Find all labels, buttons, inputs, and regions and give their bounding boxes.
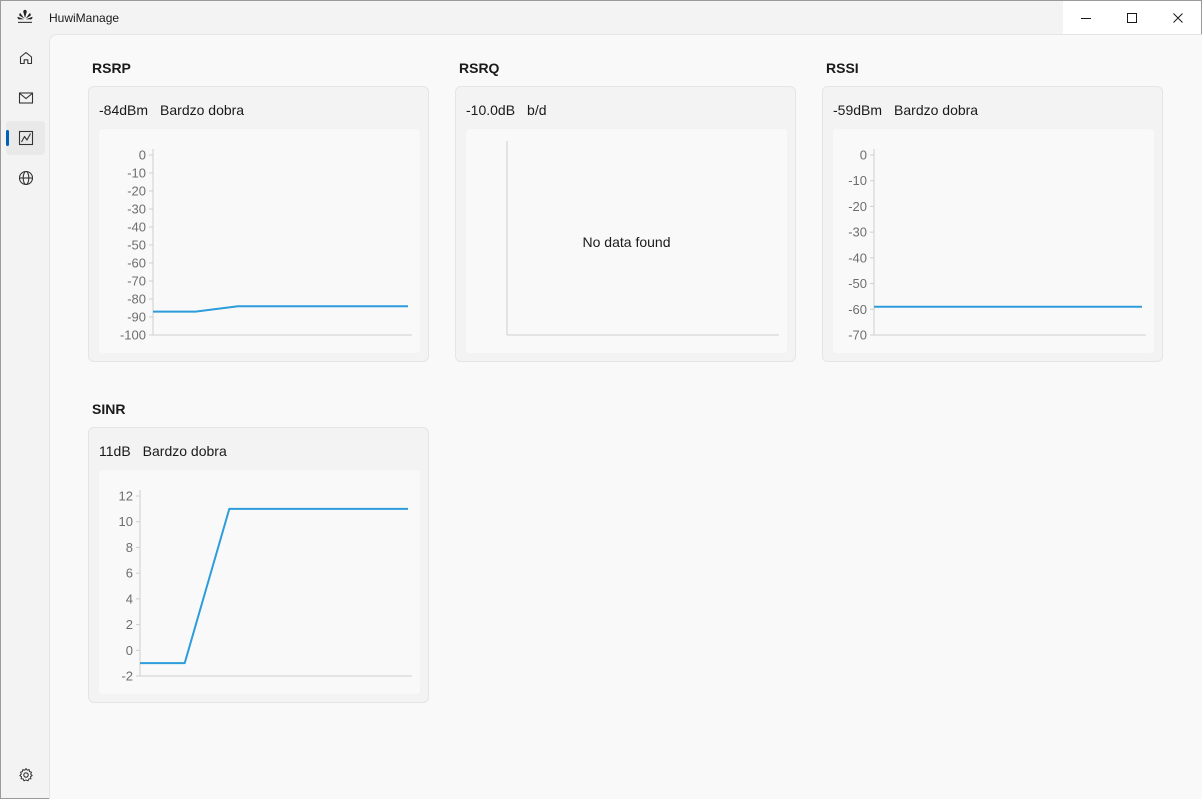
rsrq-quality: b/d	[527, 102, 547, 118]
sinr-tick-label: 12	[119, 489, 133, 504]
rsrp-series-line	[153, 305, 408, 313]
rsrp-tick-label: -50	[127, 238, 146, 253]
rssi-card: -59dBm Bardzo dobra 0 -10 -20 -30 -40 -50 -60 -7…	[822, 86, 1163, 362]
rssi-tick-label: -50	[848, 276, 867, 291]
huawei-logo-icon	[17, 9, 33, 23]
rsrp-tick-label: -90	[127, 310, 146, 325]
rsrp-tick-label: -100	[120, 328, 146, 343]
rsrp-tick-label: -40	[127, 220, 146, 235]
rssi-header: -59dBm Bardzo dobra	[833, 102, 978, 118]
rssi-tick-label: -40	[848, 250, 867, 265]
maximize-button[interactable]	[1109, 1, 1155, 34]
maximize-icon	[1127, 12, 1137, 23]
rsrp-header: -84dBm Bardzo dobra	[99, 102, 244, 118]
rsrp-chart-svg: 0 -10 -20 -30 -40 -50 -60 -70 -80 -90 -100	[120, 148, 412, 343]
rssi-tick-label: -10	[848, 173, 867, 188]
app-title: HuwiManage	[49, 11, 120, 25]
rsrq-title: RSRQ	[459, 60, 500, 76]
globe-icon	[18, 170, 33, 186]
close-icon	[1173, 12, 1183, 23]
sinr-value: 11dB	[99, 443, 131, 459]
rsrp-tick-label: -70	[127, 274, 146, 289]
sinr-quality: Bardzo dobra	[142, 443, 227, 459]
sinr-tick-label: 6	[126, 566, 133, 581]
rssi-tick-label: -70	[848, 328, 867, 343]
caption-buttons	[1063, 1, 1201, 34]
rsrp-value: -84dBm	[99, 102, 149, 118]
rsrp-title: RSRP	[92, 60, 131, 76]
rssi-tick-label: -60	[848, 302, 867, 317]
rssi-title: RSSI	[826, 60, 859, 76]
sinr-tick-label: 4	[126, 591, 133, 606]
rsrp-tick-label: -20	[127, 184, 146, 199]
rssi-tick-label: 0	[860, 148, 867, 163]
nav-messages[interactable]	[6, 81, 45, 115]
sinr-chart-svg: 12 10 8 6 4 2 0 -2	[119, 489, 412, 684]
rsrq-header: -10.0dB b/d	[466, 102, 547, 118]
home-icon	[19, 51, 32, 65]
sinr-header: 11dB Bardzo dobra	[99, 443, 227, 459]
minimize-icon	[1081, 17, 1091, 19]
rssi-quality: Bardzo dobra	[894, 102, 979, 118]
rssi-chart: 0 -10 -20 -30 -40 -50 -60 -70	[833, 129, 1154, 353]
rsrq-chart: No data found	[466, 129, 787, 353]
rssi-chart-svg: 0 -10 -20 -30 -40 -50 -60 -70	[848, 148, 1146, 343]
rsrp-tick-label: -10	[127, 166, 146, 181]
close-button[interactable]	[1155, 1, 1201, 34]
rsrp-tick-label: -80	[127, 292, 146, 307]
rsrq-card: -10.0dB b/d No data found	[455, 86, 796, 362]
nav-network[interactable]	[6, 161, 45, 195]
rsrp-tick-label: 0	[139, 148, 146, 163]
rsrq-no-data-message: No data found	[582, 234, 671, 250]
title-bar[interactable]: HuwiManage	[1, 1, 1201, 34]
sinr-title: SINR	[92, 401, 126, 417]
sinr-tick-label: -2	[121, 669, 133, 684]
main-content: RSRP -84dBm Bardzo dobra 0 -10 -20 -30 -40 -50…	[49, 34, 1202, 799]
sinr-tick-label: 2	[126, 617, 133, 632]
rssi-value: -59dBm	[833, 102, 883, 118]
rssi-tick-label: -20	[848, 199, 867, 214]
rsrq-value: -10.0dB	[466, 102, 516, 118]
app-window: HuwiManage RSRP -84dBm Bardzo dobra 0 -1…	[0, 0, 1202, 799]
rsrp-card: -84dBm Bardzo dobra 0 -10 -20 -30 -40 -50 -60 -7…	[88, 86, 429, 362]
rsrp-chart: 0 -10 -20 -30 -40 -50 -60 -70 -80 -90 -100	[99, 129, 420, 353]
minimize-button[interactable]	[1063, 1, 1109, 34]
nav-signal[interactable]	[6, 121, 45, 155]
navigation-sidebar	[1, 34, 49, 798]
sinr-card: 11dB Bardzo dobra 12 10 8 6 4 2 0 -2	[88, 427, 429, 703]
rsrp-tick-label: -30	[127, 202, 146, 217]
nav-home[interactable]	[6, 41, 45, 75]
rsrp-quality: Bardzo dobra	[160, 102, 245, 118]
sinr-tick-label: 8	[126, 540, 133, 555]
active-indicator	[6, 130, 9, 146]
rssi-tick-label: -30	[848, 225, 867, 240]
gear-icon	[18, 768, 33, 782]
rsrp-tick-label: -60	[127, 256, 146, 271]
sinr-series-line	[140, 507, 408, 665]
sinr-chart: 12 10 8 6 4 2 0 -2	[99, 470, 420, 694]
sinr-tick-label: 0	[126, 643, 133, 658]
mail-icon	[18, 92, 33, 104]
nav-settings[interactable]	[6, 758, 45, 792]
sinr-tick-label: 10	[119, 514, 133, 529]
chart-icon	[18, 130, 33, 146]
